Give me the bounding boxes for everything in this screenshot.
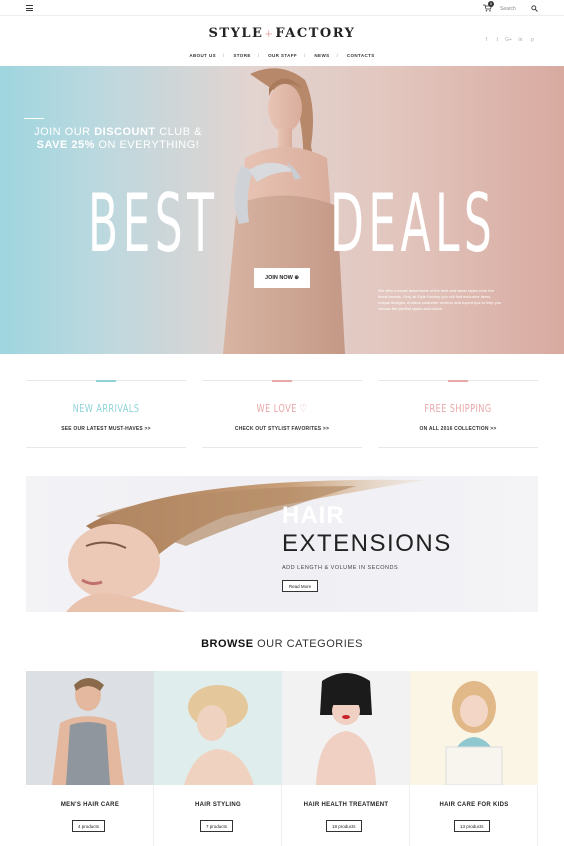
google-plus-icon[interactable]: G+	[505, 37, 512, 43]
feature-title: WE LOVE ♡	[256, 402, 308, 415]
join-now-button[interactable]: JOIN NOW ⊕	[254, 268, 310, 288]
site-logo[interactable]: STYLE+FACTORY	[0, 26, 564, 41]
category-image-kids	[410, 671, 538, 785]
logo-text-left: STYLE	[208, 26, 264, 41]
banner-subtitle: ADD LENGTH & VOLUME IN SECONDS	[282, 565, 399, 571]
hero-promo-text: JOIN OUR DISCOUNT CLUB & SAVE 25% ON EVE…	[34, 126, 202, 151]
top-bar: 0	[0, 0, 564, 16]
heart-icon: ♡	[299, 402, 308, 415]
category-image-mens	[26, 671, 154, 785]
category-count-button[interactable]: 4 products	[72, 820, 106, 832]
logo-separator: +	[264, 29, 275, 40]
category-image-styling	[154, 671, 282, 785]
feature-link[interactable]: CHECK OUT STYLIST FAVORITES >>	[202, 426, 362, 432]
feature-accent-bar	[272, 380, 292, 382]
nav-about-us[interactable]: ABOUT US	[182, 53, 223, 58]
nav-news[interactable]: NEWS	[307, 53, 336, 58]
category-card-mens[interactable]: MEN'S HAIR CARE 4 products	[26, 671, 154, 846]
cart-count-badge: 0	[488, 1, 494, 7]
category-name: MEN'S HAIR CARE	[60, 802, 120, 808]
feature-link[interactable]: SEE OUR LATEST MUST-HAVES >>	[26, 426, 186, 432]
category-card-styling[interactable]: HAIR STYLING 7 products	[154, 671, 282, 846]
category-count-button[interactable]: 13 products	[454, 820, 490, 832]
promo-divider	[24, 118, 44, 119]
banner-title-extensions: EXTENSIONS	[282, 530, 452, 557]
feature-accent-bar	[448, 380, 468, 382]
feature-free-shipping[interactable]: FREE SHIPPING ON ALL 2016 COLLECTION >>	[378, 380, 538, 448]
hero-title-best: BEST	[88, 177, 219, 270]
arrow-circle-icon: ⊕	[294, 275, 299, 281]
twitter-icon[interactable]: t	[494, 37, 501, 43]
banner-title-hair: HAIR	[282, 502, 345, 529]
main-nav: ABOUT US / STORE / OUR STAFF / NEWS / CONTAC…	[0, 53, 564, 58]
hero-model-image	[223, 68, 345, 354]
hamburger-menu-icon[interactable]	[26, 5, 33, 11]
feature-accent-bar	[96, 380, 116, 382]
nav-store[interactable]: STORE	[226, 53, 257, 58]
category-count-button[interactable]: 7 products	[200, 820, 234, 832]
facebook-icon[interactable]: f	[483, 37, 490, 43]
feature-link[interactable]: ON ALL 2016 COLLECTION >>	[378, 426, 538, 432]
feature-we-love[interactable]: WE LOVE ♡ CHECK OUT STYLIST FAVORITES >>	[202, 380, 362, 448]
hero-banner: JOIN OUR DISCOUNT CLUB & SAVE 25% ON EVE…	[0, 66, 564, 354]
category-name: HAIR CARE FOR KIDS	[439, 802, 509, 808]
hero-title-deals: DEALS	[330, 177, 497, 270]
nav-contacts[interactable]: CONTACTS	[340, 53, 382, 58]
logo-text-right: FACTORY	[275, 26, 356, 41]
category-count-button[interactable]: 18 products	[326, 820, 362, 832]
category-card-kids[interactable]: HAIR CARE FOR KIDS 13 products	[410, 671, 538, 846]
search-input[interactable]	[500, 4, 530, 13]
feature-title: NEW ARRIVALS	[72, 402, 140, 415]
category-card-health[interactable]: HAIR HEALTH TREATMENT 18 products	[282, 671, 410, 846]
pinterest-icon[interactable]: p	[529, 37, 536, 43]
hero-description: We offer a broad assortment of the best …	[378, 288, 502, 311]
hair-extensions-banner: HAIR EXTENSIONS ADD LENGTH & VOLUME IN S…	[26, 476, 538, 612]
read-more-button[interactable]: Read More	[282, 580, 318, 592]
categories-heading: BROWSE OUR CATEGORIES	[201, 638, 363, 650]
search-icon[interactable]	[531, 5, 538, 12]
feature-new-arrivals[interactable]: NEW ARRIVALS SEE OUR LATEST MUST-HAVES >…	[26, 380, 186, 448]
category-name: HAIR HEALTH TREATMENT	[303, 802, 389, 808]
nav-our-staff[interactable]: OUR STAFF	[261, 53, 304, 58]
category-image-health	[282, 671, 410, 785]
feature-title: FREE SHIPPING	[424, 402, 492, 415]
category-name: HAIR STYLING	[195, 802, 241, 808]
linkedin-icon[interactable]: in	[517, 37, 524, 43]
